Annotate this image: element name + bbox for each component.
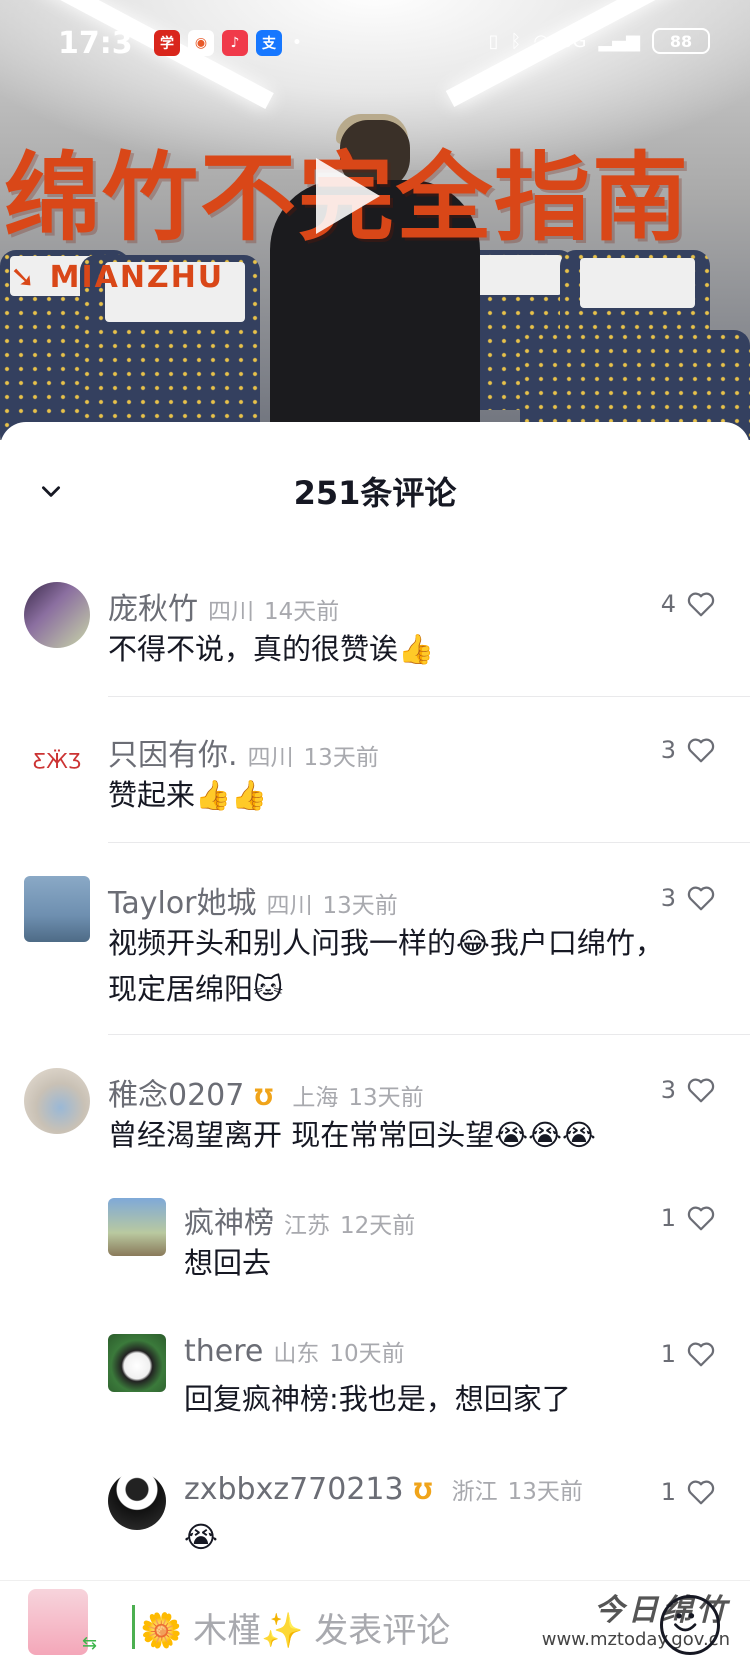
app-notification-icon: 学 — [154, 30, 180, 56]
video-subtitle-overlay: ➘ MIANZHU — [10, 260, 225, 295]
like-count: 1 — [660, 1478, 676, 1506]
heart-icon — [687, 592, 715, 617]
avatar[interactable] — [108, 1472, 166, 1530]
comment-time: 13天前 — [348, 1085, 424, 1111]
reply-text: 回复疯神榜:我也是，想回家了 — [184, 1382, 571, 1416]
like-count: 1 — [660, 1204, 676, 1232]
like-button[interactable]: 3 — [661, 736, 716, 764]
switch-account-icon[interactable]: ⇆ — [82, 1633, 97, 1654]
reply-time: 10天前 — [329, 1341, 405, 1367]
status-bar: 17:3 学 ◉ ♪ 支 • ▯ ᛒ ◠ 5G ▂▄▆ 88 — [0, 0, 750, 90]
reply-author[interactable]: zxbbxz770213 — [184, 1472, 404, 1507]
comment-location: 上海 — [292, 1085, 339, 1111]
comment-text-line-1: 视频开头和别人问我一样的😂我户口绵竹， — [108, 926, 664, 960]
comment-text-line-2: 现定居绵阳🐱 — [108, 972, 284, 1006]
heart-icon — [687, 886, 715, 911]
comment-author[interactable]: Taylor她城 — [108, 878, 257, 922]
heart-icon — [687, 1206, 715, 1231]
alipay-icon: 支 — [256, 30, 282, 56]
video-player[interactable]: 绵竹不完全指南 ➘ MIANZHU 17:3 学 ◉ ♪ 支 • ▯ ᛒ ◠ 5… — [0, 0, 750, 440]
comment-time: 13天前 — [322, 893, 398, 919]
text-cursor — [132, 1605, 135, 1649]
like-button[interactable]: 1 — [661, 1204, 716, 1232]
comment-location: 四川 — [247, 745, 294, 771]
comments-sheet: 251条评论 庞秋竹 四川 14天前 不得不说，真的很赞诶👍 4 ƸӜƷ 只因有… — [0, 422, 750, 1676]
divider — [108, 842, 750, 843]
reply-text: 想回去 — [184, 1246, 272, 1280]
like-count: 3 — [660, 1076, 676, 1104]
comment-author[interactable]: 只因有你. — [108, 730, 238, 774]
reply-location: 江苏 — [284, 1213, 330, 1239]
avatar[interactable] — [108, 1198, 166, 1256]
like-button[interactable]: 1 — [661, 1478, 716, 1506]
reply-location: 浙江 — [451, 1479, 498, 1505]
like-button[interactable]: 3 — [661, 1076, 716, 1104]
comment-text: 不得不说，真的很赞诶👍 — [108, 632, 435, 666]
comment-location: 四川 — [266, 893, 313, 919]
reply-time: 12天前 — [340, 1213, 416, 1239]
heart-icon — [687, 738, 715, 763]
divider — [108, 1034, 750, 1035]
like-button[interactable]: 1 — [661, 1340, 716, 1368]
comment-location: 四川 — [208, 599, 254, 625]
heart-icon — [687, 1342, 715, 1367]
comment-time: 13天前 — [303, 745, 379, 771]
play-icon[interactable] — [316, 158, 380, 234]
comment-text: 曾经渴望离开 现在常常回头望😭😭😭 — [108, 1118, 596, 1152]
like-count: 3 — [660, 884, 676, 912]
signal-5g-icon: 5G — [561, 30, 587, 52]
game-icon: ◉ — [188, 30, 214, 56]
heart-icon — [687, 1480, 715, 1505]
comment-text: 赞起来👍👍 — [108, 778, 268, 812]
wifi-icon: ◠ — [533, 30, 550, 52]
avatar[interactable] — [24, 582, 90, 648]
reply-location: 山东 — [273, 1341, 320, 1367]
comment-input[interactable]: 🌼 木槿✨ 发表评论 — [140, 1603, 450, 1652]
comment-compose-bar: ⇆ 🌼 木槿✨ 发表评论 今日绵竹 www.mztoday.gov.cn — [0, 1580, 750, 1677]
like-button[interactable]: 4 — [661, 590, 716, 618]
avatar[interactable] — [108, 1334, 166, 1392]
status-time: 17:3 — [58, 26, 133, 61]
my-avatar[interactable] — [28, 1589, 88, 1655]
avatar[interactable]: ƸӜƷ — [24, 728, 90, 794]
avatar[interactable] — [24, 1068, 90, 1134]
avatar[interactable] — [24, 876, 90, 942]
reply-time: 13天前 — [507, 1479, 583, 1505]
music-icon: ♪ — [222, 30, 248, 56]
like-count: 4 — [660, 590, 676, 618]
battery-icon: 88 — [652, 28, 710, 54]
fan-badge-icon: Ʊ — [413, 1480, 433, 1505]
comment-author[interactable]: 稚念0207 — [108, 1070, 244, 1114]
comments-count-title: 251条评论 — [293, 474, 457, 512]
reply-author[interactable]: there — [184, 1334, 263, 1369]
more-notifications-icon: • — [292, 35, 302, 51]
signal-bars-icon: ▂▄▆ — [598, 30, 640, 52]
smiley-icon — [674, 1613, 697, 1632]
emoji-button[interactable] — [660, 1595, 720, 1655]
seat-cover — [580, 258, 695, 308]
reply-text: 😭 — [184, 1520, 218, 1554]
bluetooth-icon: ᛒ — [510, 30, 522, 52]
reply-author[interactable]: 疯神榜 — [184, 1198, 274, 1242]
comment-time: 14天前 — [264, 599, 340, 625]
like-button[interactable]: 3 — [661, 884, 716, 912]
vibrate-icon: ▯ — [488, 30, 499, 52]
comment-author[interactable]: 庞秋竹 — [108, 584, 198, 628]
fan-badge-icon: Ʊ — [254, 1086, 274, 1111]
like-count: 1 — [660, 1340, 676, 1368]
like-count: 3 — [660, 736, 676, 764]
divider — [108, 696, 750, 697]
heart-icon — [687, 1078, 715, 1103]
